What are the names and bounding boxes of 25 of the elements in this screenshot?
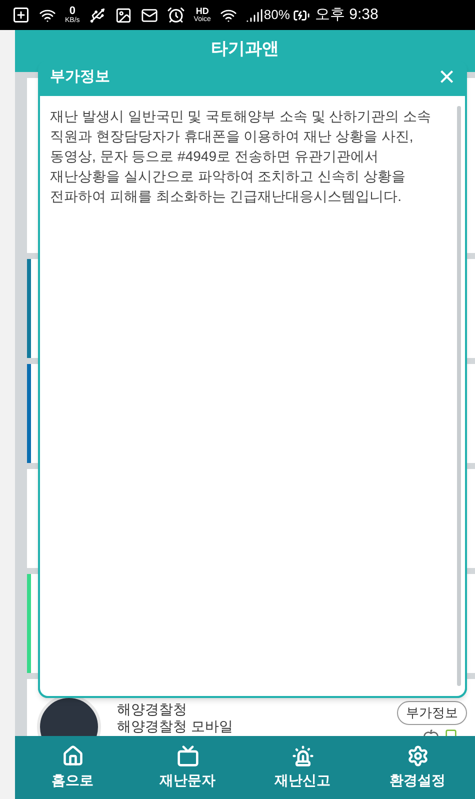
home-icon xyxy=(62,744,84,766)
nav-tab[interactable]: 재난신고 xyxy=(245,736,360,799)
siren-icon xyxy=(292,744,314,766)
speed-value: 0 xyxy=(69,6,76,17)
plus-icon xyxy=(12,6,30,24)
signal-icon xyxy=(246,6,263,24)
dialog-title: 부가정보 xyxy=(50,66,110,87)
alarm-icon xyxy=(166,6,185,24)
agency-name: 해양경찰청 xyxy=(117,701,188,718)
image-icon xyxy=(114,6,132,24)
nav-tab[interactable]: 환경설정 xyxy=(360,736,475,799)
app-name: 해양경찰청 모바일 xyxy=(117,718,234,735)
app-title: 타기과앤 xyxy=(211,40,279,60)
settings-icon xyxy=(406,744,428,766)
info-button[interactable]: 부가정보 xyxy=(397,701,467,724)
battery-percent: 80% xyxy=(264,6,290,24)
tv-icon xyxy=(176,744,198,766)
usb-icon xyxy=(88,6,106,24)
mail-icon xyxy=(140,6,158,24)
clock: 오후 9:38 xyxy=(314,4,378,25)
hd-label: HD xyxy=(196,7,209,16)
nav-tab[interactable]: 재난문자 xyxy=(130,736,245,799)
description-text: 재난 발생시 일반국민 및 국토해양부 소속 및 산하기관의 소속 직원과 현장담당자가 휴대폰을 이용하여 재난 상황을 사진, 동영상, 문자 등으로 #4949로 전송하면 유관기관에서 재난상황을 실시간으로 파악하여 조치하고 신속히 상황을 전파하여 피해를 최소화하는 긴급재난대응시스템입니다. xyxy=(50,107,432,206)
close-button[interactable]: × xyxy=(438,63,455,91)
nav-tab[interactable]: 홈으로 xyxy=(15,736,130,799)
